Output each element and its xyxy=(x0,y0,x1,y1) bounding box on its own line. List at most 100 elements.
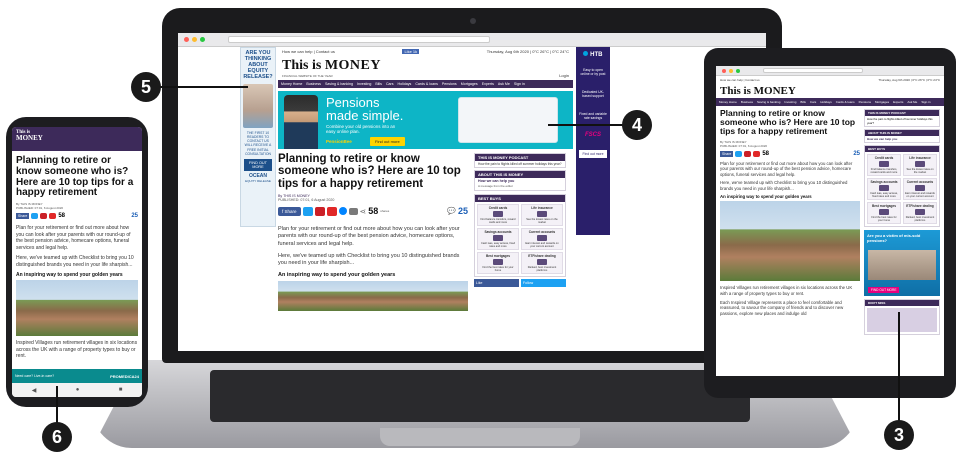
phone-pinterest-icon[interactable] xyxy=(40,213,48,220)
callout-6-line xyxy=(56,386,58,424)
phone-logo[interactable]: This is MONEY xyxy=(16,130,138,142)
tablet-url-bar[interactable] xyxy=(763,68,863,73)
nav-item[interactable]: Cards & loans xyxy=(415,82,438,86)
best-buy-tile[interactable]: Credit cards Find balance transfers, rewa… xyxy=(867,154,901,176)
messenger-share-icon[interactable] xyxy=(338,207,347,216)
best-buy-tile[interactable]: Best mortgages Find the best rates for yo… xyxy=(477,252,519,274)
best-buy-tile[interactable]: Life insurance See the lowest rates on th… xyxy=(521,204,563,226)
phone-comments-count[interactable]: 25 xyxy=(131,213,138,219)
tablet-podcast-item[interactable]: How the pain to flights killed off summe… xyxy=(865,116,939,126)
comments-icon[interactable]: 💬 xyxy=(447,207,456,215)
htb-ad-cta[interactable]: Find out more xyxy=(579,150,607,158)
email-share-icon[interactable] xyxy=(348,207,358,215)
phone-facebook-share-button[interactable]: Share xyxy=(16,213,30,220)
tablet-twitter-icon[interactable] xyxy=(735,150,743,157)
pinterest-share-icon[interactable] xyxy=(314,206,325,216)
best-buy-tile-note: Find balance transfers, reward cards and… xyxy=(870,168,898,174)
nav-item[interactable]: Bills xyxy=(375,82,382,86)
best-buy-tile[interactable]: Savings accounts Cash isas, easy access, … xyxy=(477,228,519,250)
best-buy-tile[interactable]: Savings accounts Cash isas, easy access, … xyxy=(867,178,901,200)
tablet-close-dot-icon[interactable] xyxy=(722,68,726,73)
twitter-share-icon[interactable] xyxy=(302,206,313,216)
nav-item[interactable]: Cars xyxy=(810,100,816,104)
twitter-follow-button[interactable]: Follow xyxy=(521,279,566,287)
share-nodes-icon[interactable]: ⋖ xyxy=(360,207,367,216)
best-buy-tile[interactable]: Current accounts Earn interest and reward… xyxy=(903,178,937,200)
nav-item[interactable]: Pensions xyxy=(442,82,457,86)
zoom-dot-icon[interactable] xyxy=(200,37,205,42)
best-buy-tile[interactable]: Current accounts Earn interest and reward… xyxy=(521,228,563,250)
nav-item[interactable]: Money Home xyxy=(719,100,737,104)
nav-item[interactable]: Experts xyxy=(482,82,494,86)
nav-item[interactable]: Mortgages xyxy=(875,100,889,104)
tablet-promo-ad[interactable]: Are you a victim of mis-sold pensions? F… xyxy=(864,230,940,296)
phone-header: This is MONEY xyxy=(12,127,142,151)
nav-item[interactable]: Pensions xyxy=(859,100,871,104)
tablet-minimize-dot-icon[interactable] xyxy=(729,68,733,73)
nav-item[interactable]: Mortgages xyxy=(461,82,478,86)
nav-item[interactable]: Bills xyxy=(800,100,806,104)
nav-item[interactable]: Investing xyxy=(357,82,371,86)
best-buy-tile[interactable]: Credit cards Find balance transfers, rewa… xyxy=(477,204,519,226)
tablet-facebook-share-button[interactable]: Share xyxy=(720,150,734,157)
tablet-zoom-dot-icon[interactable] xyxy=(736,68,740,73)
banner-cta[interactable]: Find out more xyxy=(370,137,405,146)
tablet-about-item[interactable]: How we can help you xyxy=(865,136,939,142)
nav-item[interactable]: Experts xyxy=(893,100,903,104)
best-buy-tile[interactable]: Best mortgages Find the best rates for yo… xyxy=(867,202,901,224)
nav-item[interactable]: Saving & banking xyxy=(325,82,353,86)
like-button[interactable]: Like 1k xyxy=(402,49,420,54)
callout-4: 4 xyxy=(622,110,652,140)
tablet-top-links[interactable]: How we can help | Contact us xyxy=(720,78,760,82)
phone-screen: This is MONEY Planning to retire or know… xyxy=(12,127,142,397)
top-links[interactable]: How we can help | Contact us xyxy=(282,49,335,54)
nav-item[interactable]: Sign in xyxy=(514,82,525,86)
nav-item[interactable]: Cars xyxy=(386,82,394,86)
phone-paragraph-2: Here, we've teamed up with Checklist to … xyxy=(16,255,134,268)
nav-item[interactable]: Holidays xyxy=(398,82,412,86)
podcast-item[interactable]: How the pain to flights killed off summe… xyxy=(475,161,565,167)
phone-twitter-icon[interactable] xyxy=(31,213,39,220)
nav-item[interactable]: Cards & loans xyxy=(836,100,855,104)
equity-release-ad[interactable]: ARE YOU THINKING ABOUT EQUITY RELEASE? T… xyxy=(240,47,276,227)
site-logo[interactable]: This is MONEY FINANCIAL WEBSITE OF THE Y… xyxy=(282,58,381,78)
nav-item[interactable]: Saving & banking xyxy=(757,100,780,104)
phone-flipboard-icon[interactable] xyxy=(49,213,57,220)
nav-item[interactable]: Sign in xyxy=(921,100,930,104)
home-icon[interactable]: ● xyxy=(76,387,80,393)
htb-savings-ad[interactable]: HTB Easy to open online or by post Dedic… xyxy=(576,47,610,235)
nav-item[interactable]: Business xyxy=(741,100,753,104)
url-bar[interactable] xyxy=(228,36,490,43)
best-buy-tile[interactable]: ETF/share dealing Ranked, best investment… xyxy=(521,252,563,274)
equity-ad-cta[interactable]: FIND OUT MORE xyxy=(244,158,272,171)
tablet-flipboard-icon[interactable] xyxy=(753,150,761,157)
facebook-share-button[interactable]: f Share xyxy=(278,206,301,216)
comments-count[interactable]: 25 xyxy=(458,206,468,216)
nav-item[interactable]: Ask Me xyxy=(498,82,510,86)
back-icon[interactable]: ◀ xyxy=(32,387,37,394)
card-icon xyxy=(537,211,547,217)
dont-miss-thumb[interactable] xyxy=(867,308,937,332)
flipboard-share-icon[interactable] xyxy=(326,206,337,216)
login-link[interactable]: Login xyxy=(559,73,569,78)
nav-item[interactable]: Holidays xyxy=(820,100,832,104)
nav-item[interactable]: Money Home xyxy=(281,82,302,86)
tablet-logo-money: MONEY xyxy=(753,85,796,97)
best-buy-tile-note: Ranked, best investment platforms xyxy=(527,266,557,272)
tablet-pinterest-icon[interactable] xyxy=(744,150,752,157)
phone-footer-ad[interactable]: Need care? Live-in care? PROMEDICA24 xyxy=(12,369,142,383)
phone-share-count: 58 xyxy=(58,213,66,220)
nav-item[interactable]: Business xyxy=(306,82,321,86)
tablet-promo-cta[interactable]: FIND OUT MORE xyxy=(868,287,900,293)
pensionbee-banner-ad[interactable]: Pensions made simple. Combine your old p… xyxy=(278,91,573,149)
recents-icon[interactable]: ■ xyxy=(119,387,123,393)
nav-item[interactable]: Ask Me xyxy=(907,100,917,104)
tablet-comments-count[interactable]: 25 xyxy=(853,151,860,157)
best-buy-tile[interactable]: Life insurance See the lowest rates on th… xyxy=(903,154,937,176)
best-buy-tile[interactable]: ETF/share dealing Ranked, best investment… xyxy=(903,202,937,224)
tablet-logo[interactable]: This is MONEY xyxy=(716,84,944,98)
close-dot-icon[interactable] xyxy=(184,37,189,42)
facebook-like-button[interactable]: Like xyxy=(474,279,519,287)
nav-item[interactable]: Investing xyxy=(784,100,796,104)
minimize-dot-icon[interactable] xyxy=(192,37,197,42)
